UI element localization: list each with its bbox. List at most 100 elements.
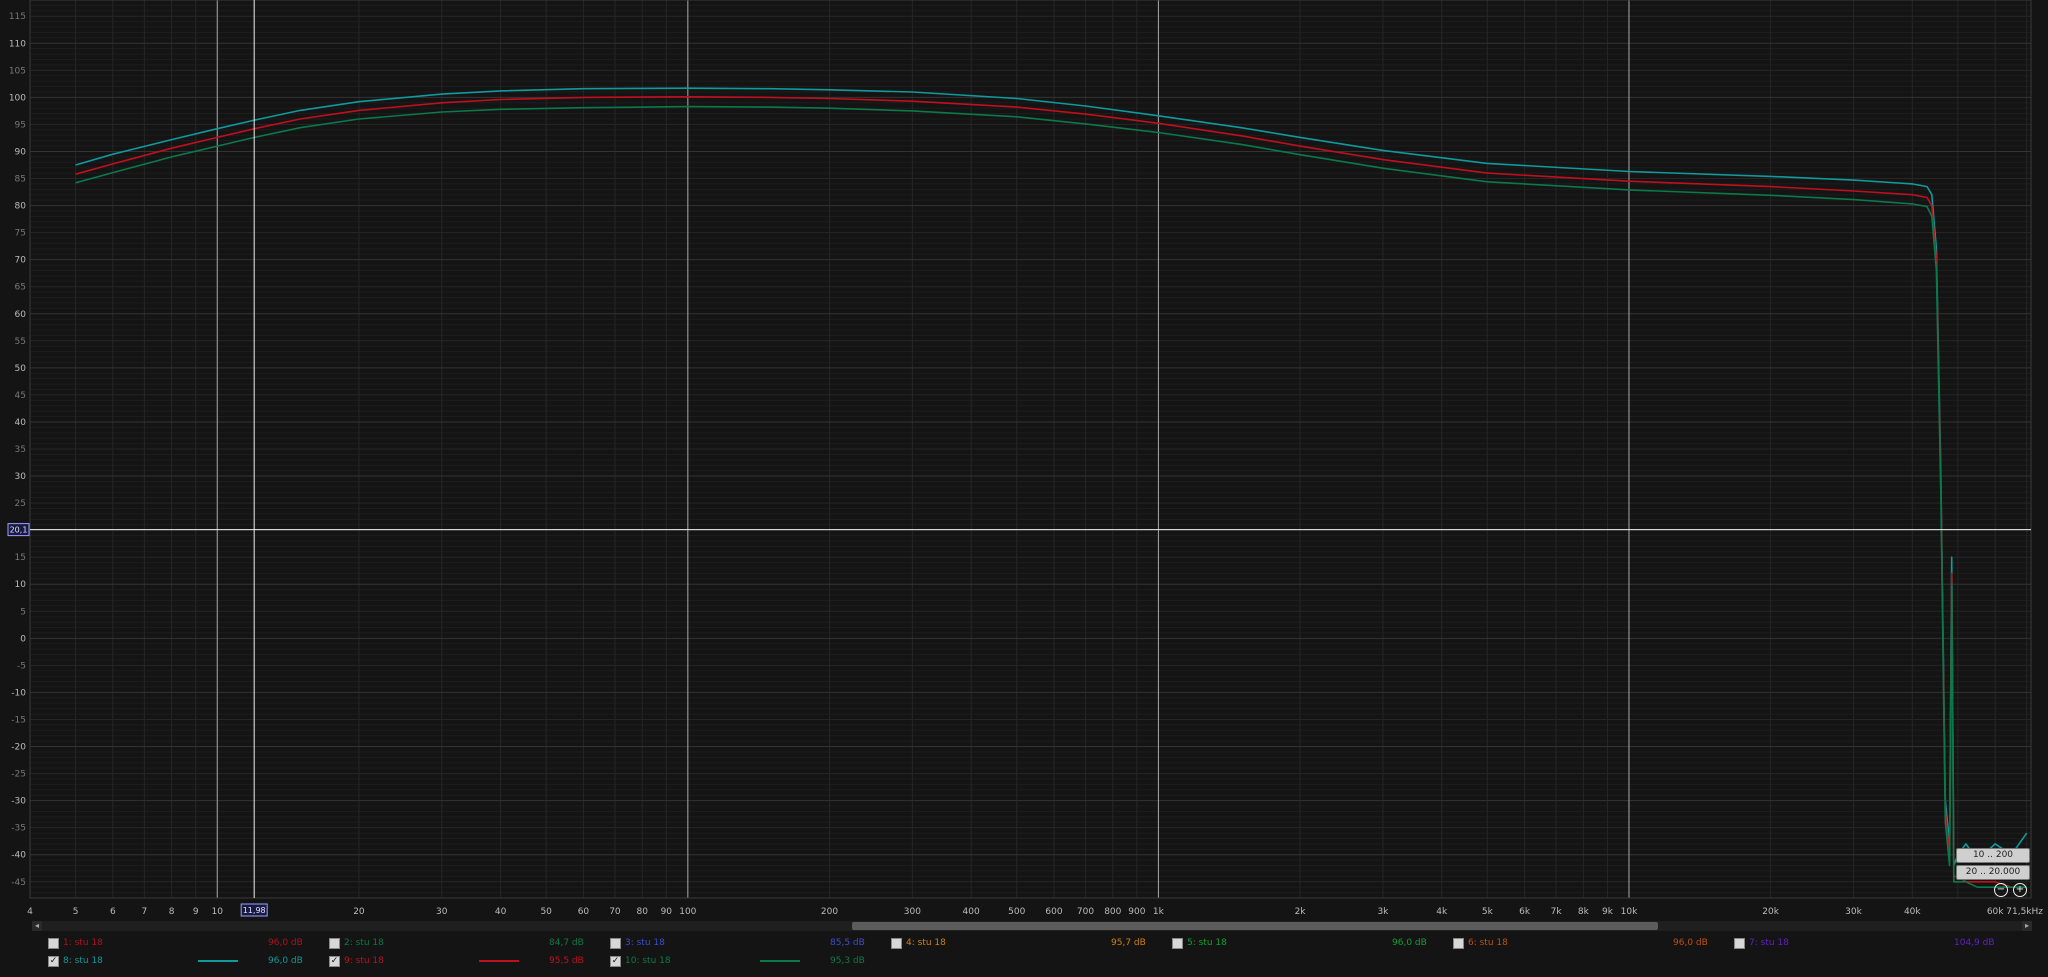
legend-line-swatch <box>198 960 238 962</box>
y-tick-label: 100 <box>9 93 26 103</box>
cursor-y-label: 20,1 <box>10 526 28 535</box>
x-tick-label: 6k <box>1519 907 1531 917</box>
x-tick-label: 30 <box>436 907 448 917</box>
cursor-x-label: 11,98 <box>243 906 266 915</box>
x-tick-label: 700 <box>1077 907 1094 917</box>
y-tick-label: -20 <box>11 743 26 753</box>
x-tick-label: 8k <box>1578 907 1590 917</box>
x-tick-label: 50 <box>540 907 552 917</box>
zoom-out-icon[interactable]: − <box>1994 883 2008 897</box>
y-tick-label: 80 <box>15 202 27 212</box>
legend-item[interactable]: ✓ 10: stu 18 95,3 dB <box>610 953 890 969</box>
y-tick-label: 60 <box>15 310 27 320</box>
x-tick-label: 1k <box>1153 907 1165 917</box>
legend-checkbox[interactable]: ✓ <box>329 956 340 967</box>
legend-item[interactable]: 6: stu 18 96,0 dB <box>1453 935 1733 951</box>
x-tick-label: 6 <box>110 907 116 917</box>
y-tick-label: 15 <box>15 553 26 563</box>
y-tick-label: 45 <box>15 391 26 401</box>
y-tick-label: -45 <box>11 878 26 888</box>
y-tick-label: -5 <box>17 661 26 671</box>
legend-level-db: 95,7 dB <box>1111 938 1146 948</box>
x-tick-label: 7k <box>1551 907 1563 917</box>
legend-level-db: 96,0 dB <box>268 938 303 948</box>
scroll-thumb[interactable] <box>852 922 1658 930</box>
legend-item[interactable]: 7: stu 18 104,9 dB <box>1734 935 2014 951</box>
legend-item[interactable]: ✓ 9: stu 18 95,5 dB <box>329 953 609 969</box>
legend-line-swatch <box>760 960 800 962</box>
legend-checkbox[interactable]: ✓ <box>610 956 621 967</box>
legend-series-name: 7: stu 18 <box>1749 938 1789 948</box>
y-tick-label: 30 <box>15 472 27 482</box>
x-tick-label: 30k <box>1845 907 1862 917</box>
legend-series-name: 4: stu 18 <box>906 938 946 948</box>
legend-item[interactable]: 5: stu 18 96,0 dB <box>1172 935 1452 951</box>
y-tick-label: 75 <box>15 229 26 239</box>
x-tick-label: 600 <box>1045 907 1062 917</box>
legend-line-swatch <box>479 960 519 962</box>
x-tick-label: 5 <box>73 907 79 917</box>
y-tick-label: 5 <box>20 607 26 617</box>
legend-item[interactable]: ✓ 8: stu 18 96,0 dB <box>48 953 328 969</box>
scroll-left-arrow-icon[interactable]: ◂ <box>32 921 42 931</box>
x-tick-label: 7 <box>142 907 148 917</box>
horizontal-scrollbar[interactable]: ◂ ▸ <box>32 921 2032 931</box>
y-tick-label: 40 <box>15 418 27 428</box>
x-tick-label: 90 <box>661 907 673 917</box>
zoom-range-20-20000-button[interactable]: 20 .. 20.000 <box>1956 865 2030 880</box>
x-tick-label: 80 <box>637 907 649 917</box>
x-tick-label: 800 <box>1104 907 1121 917</box>
legend-checkbox[interactable] <box>48 938 59 949</box>
x-tick-label: 900 <box>1128 907 1145 917</box>
legend-level-db: 85,5 dB <box>830 938 865 948</box>
x-tick-label: 20k <box>1762 907 1779 917</box>
x-tick-label: 2k <box>1295 907 1307 917</box>
x-tick-label: 100 <box>679 907 696 917</box>
y-tick-label: 105 <box>9 66 26 76</box>
legend-item[interactable]: 4: stu 18 95,7 dB <box>891 935 1171 951</box>
legend-item[interactable]: 1: stu 18 96,0 dB <box>48 935 328 951</box>
legend-level-db: 95,3 dB <box>830 956 865 966</box>
y-tick-label: -40 <box>11 851 26 861</box>
legend-checkbox[interactable] <box>1172 938 1183 949</box>
y-tick-label: 25 <box>15 499 26 509</box>
y-tick-label: 50 <box>15 364 27 374</box>
legend-level-db: 96,0 dB <box>1673 938 1708 948</box>
legend-item[interactable]: 2: stu 18 84,7 dB <box>329 935 609 951</box>
legend-series-name: 5: stu 18 <box>1187 938 1227 948</box>
legend-checkbox[interactable] <box>1453 938 1464 949</box>
legend-checkbox[interactable] <box>329 938 340 949</box>
legend-series-name: 8: stu 18 <box>63 956 103 966</box>
x-tick-label: 300 <box>904 907 921 917</box>
legend-checkbox[interactable] <box>610 938 621 949</box>
x-tick-label: 70 <box>609 907 621 917</box>
scroll-right-arrow-icon[interactable]: ▸ <box>2022 921 2032 931</box>
y-tick-label: -15 <box>11 715 26 725</box>
x-tick-label: 60k <box>1987 907 2004 917</box>
plot-background <box>0 0 2048 922</box>
zoom-range-10-200-button[interactable]: 10 .. 200 <box>1956 848 2030 863</box>
x-tick-label: 8 <box>169 907 175 917</box>
x-tick-label: 40k <box>1904 907 1921 917</box>
legend-series-name: 1: stu 18 <box>63 938 103 948</box>
x-tick-label: 9k <box>1602 907 1614 917</box>
y-tick-label: 10 <box>15 580 27 590</box>
legend-level-db: 96,0 dB <box>268 956 303 966</box>
legend-series-name: 9: stu 18 <box>344 956 384 966</box>
legend-checkbox[interactable] <box>1734 938 1745 949</box>
y-tick-label: 0 <box>20 634 26 644</box>
legend-level-db: 104,9 dB <box>1954 938 1995 948</box>
legend-checkbox[interactable] <box>891 938 902 949</box>
legend-item[interactable]: 3: stu 18 85,5 dB <box>610 935 890 951</box>
x-tick-label: 71,5kHz <box>2006 907 2043 917</box>
y-tick-label: 95 <box>15 120 26 130</box>
legend-series-name: 2: stu 18 <box>344 938 384 948</box>
frequency-response-chart[interactable]: 1151101051009590858075706560555045403530… <box>0 0 2048 922</box>
legend-series-name: 10: stu 18 <box>625 956 671 966</box>
legend-level-db: 96,0 dB <box>1392 938 1427 948</box>
y-tick-label: 35 <box>15 445 26 455</box>
legend-checkbox[interactable]: ✓ <box>48 956 59 967</box>
x-tick-label: 20 <box>353 907 365 917</box>
zoom-in-icon[interactable]: + <box>2013 883 2027 897</box>
y-tick-label: 65 <box>15 283 26 293</box>
